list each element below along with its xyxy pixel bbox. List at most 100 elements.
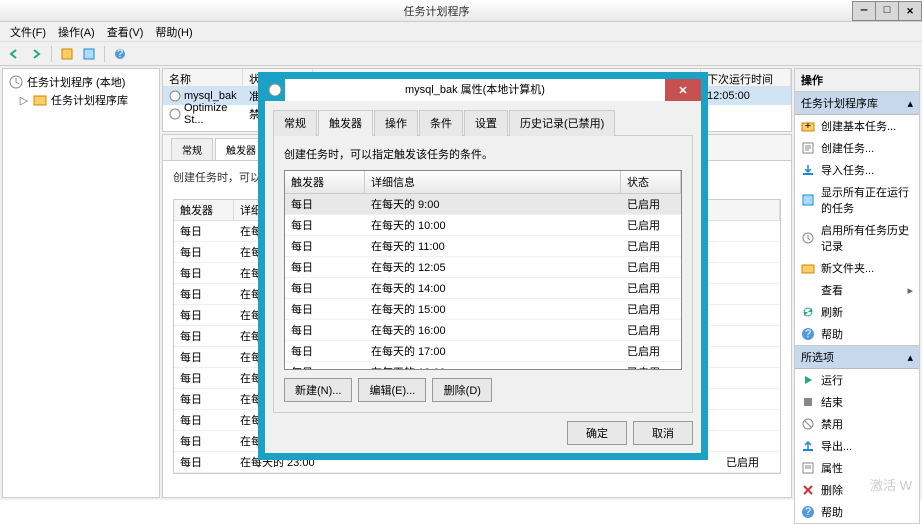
tree-root[interactable]: 任务计划程序 (本地) <box>7 73 155 91</box>
trigger-row[interactable]: 每日在每天的 14:00已启用 <box>285 278 681 299</box>
trigger-row[interactable]: 每日在每天的 15:00已启用 <box>285 299 681 320</box>
action-label: 帮助 <box>821 326 843 342</box>
bg-tab[interactable]: 常规 <box>171 138 213 160</box>
ok-button[interactable]: 确定 <box>567 421 627 445</box>
trigger-row[interactable]: 每日在每天的 16:00已启用 <box>285 320 681 341</box>
help-icon[interactable]: ? <box>110 44 130 64</box>
dialog-tab[interactable]: 常规 <box>273 110 317 136</box>
menu-help[interactable]: 帮助(H) <box>149 22 198 42</box>
collapse-icon[interactable]: ▴ <box>907 351 913 364</box>
collapse-icon[interactable]: ▴ <box>907 97 913 110</box>
action-label: 运行 <box>821 372 843 388</box>
toolbar: ? <box>0 42 922 66</box>
action-folder-plus[interactable]: +创建基本任务... <box>795 115 919 137</box>
action-label: 禁用 <box>821 416 843 432</box>
folder-icon <box>33 93 47 107</box>
task-nextrun <box>701 113 791 115</box>
running-icon <box>801 193 815 207</box>
dialog-tab[interactable]: 触发器 <box>318 110 373 136</box>
bg-tab[interactable]: 触发器 <box>215 138 267 160</box>
disable-icon <box>801 417 815 431</box>
trigger-row[interactable]: 每日在每天的 18:00已启用 <box>285 362 681 370</box>
minimize-button[interactable]: — <box>852 1 876 21</box>
dialog-title: mysql_bak 属性(本地计算机) <box>285 79 665 101</box>
trigger-row[interactable]: 每日在每天的 12:05已启用 <box>285 257 681 278</box>
action-label: 显示所有正在运行的任务 <box>821 184 913 216</box>
bg-row[interactable]: 每日在每天的 23:00已启用 <box>174 452 780 473</box>
trigger-type: 每日 <box>285 299 365 319</box>
edit-trigger-button[interactable]: 编辑(E)... <box>358 378 426 402</box>
dialog-tab[interactable]: 操作 <box>374 110 418 136</box>
dialog-close-button[interactable]: ✕ <box>665 79 701 101</box>
new-trigger-button[interactable]: 新建(N)... <box>284 378 352 402</box>
trigger-status: 已启用 <box>621 194 681 214</box>
action-label: 新文件夹... <box>821 260 874 276</box>
tree-child-label: 任务计划程序库 <box>51 92 128 108</box>
action-view[interactable]: 查看▸ <box>795 279 919 301</box>
watermark: 激活 W <box>870 475 912 494</box>
back-button[interactable] <box>4 44 24 64</box>
end-icon <box>801 395 815 409</box>
menubar: 文件(F) 操作(A) 查看(V) 帮助(H) <box>0 22 922 42</box>
action-label: 帮助 <box>821 504 843 520</box>
new-folder-icon <box>801 261 815 275</box>
actions-pane: 操作 任务计划程序库▴ +创建基本任务...创建任务...导入任务...显示所有… <box>794 68 920 498</box>
action-refresh[interactable]: 刷新 <box>795 301 919 323</box>
action-label: 创建任务... <box>821 140 874 156</box>
action-new-task[interactable]: 创建任务... <box>795 137 919 159</box>
trigger-row[interactable]: 每日在每天的 11:00已启用 <box>285 236 681 257</box>
action-end[interactable]: 结束 <box>795 391 919 413</box>
cancel-button[interactable]: 取消 <box>633 421 693 445</box>
help-icon: ? <box>801 327 815 341</box>
trigger-status: 已启用 <box>621 257 681 277</box>
help-icon: ? <box>801 505 815 519</box>
task-name: Optimize St... <box>184 102 237 126</box>
action-new-folder[interactable]: 新文件夹... <box>795 257 919 279</box>
menu-view[interactable]: 查看(V) <box>101 22 150 42</box>
trigger-type: 每日 <box>285 236 365 256</box>
action-help[interactable]: ? 帮助 <box>795 501 919 523</box>
action-running[interactable]: 显示所有正在运行的任务 <box>795 181 919 219</box>
new-icon[interactable] <box>57 44 77 64</box>
dialog-tab[interactable]: 历史记录(已禁用) <box>509 110 615 136</box>
chevron-right-icon: ▸ <box>907 284 913 297</box>
trigger-status: 已启用 <box>621 299 681 319</box>
expander-icon[interactable]: ▷ <box>19 94 29 107</box>
dialog-tab[interactable]: 条件 <box>419 110 463 136</box>
actions-section1-title: 任务计划程序库▴ <box>795 92 919 115</box>
trigger-status: 已启用 <box>621 362 681 370</box>
action-export[interactable]: 导出... <box>795 435 919 457</box>
trigger-row[interactable]: 每日在每天的 17:00已启用 <box>285 341 681 362</box>
trigger-type: 每日 <box>285 362 365 370</box>
maximize-button[interactable]: □ <box>875 1 899 21</box>
close-button[interactable]: ✕ <box>898 1 922 21</box>
svg-text:?: ? <box>805 506 811 518</box>
action-import[interactable]: 导入任务... <box>795 159 919 181</box>
forward-button[interactable] <box>26 44 46 64</box>
trigger-table: 触发器 详细信息 状态 每日在每天的 9:00已启用每日在每天的 10:00已启… <box>284 170 682 370</box>
action-label: 删除 <box>821 482 843 498</box>
menu-file[interactable]: 文件(F) <box>4 22 52 42</box>
delete-trigger-button[interactable]: 删除(D) <box>432 378 492 402</box>
new-task-icon <box>801 141 815 155</box>
dialog-tab[interactable]: 设置 <box>464 110 508 136</box>
trigger-row[interactable]: 每日在每天的 9:00已启用 <box>285 194 681 215</box>
trigger-detail: 在每天的 16:00 <box>365 320 621 340</box>
folder-plus-icon: + <box>801 119 815 133</box>
action-label: 刷新 <box>821 304 843 320</box>
dlg-col-status[interactable]: 状态 <box>621 171 681 193</box>
refresh-icon[interactable] <box>79 44 99 64</box>
action-disable[interactable]: 禁用 <box>795 413 919 435</box>
action-help[interactable]: ? 帮助 <box>795 323 919 345</box>
trigger-row[interactable]: 每日在每天的 10:00已启用 <box>285 215 681 236</box>
col-nextrun[interactable]: 下次运行时间 <box>701 69 791 86</box>
action-history[interactable]: 启用所有任务历史记录 <box>795 219 919 257</box>
tree-child[interactable]: ▷ 任务计划程序库 <box>7 91 155 109</box>
dlg-col-trigger[interactable]: 触发器 <box>285 171 365 193</box>
action-run[interactable]: 运行 <box>795 369 919 391</box>
dlg-col-detail[interactable]: 详细信息 <box>365 171 621 193</box>
action-label: 导入任务... <box>821 162 874 178</box>
col-name[interactable]: 名称 <box>163 69 243 86</box>
view-icon <box>801 283 815 297</box>
menu-action[interactable]: 操作(A) <box>52 22 101 42</box>
